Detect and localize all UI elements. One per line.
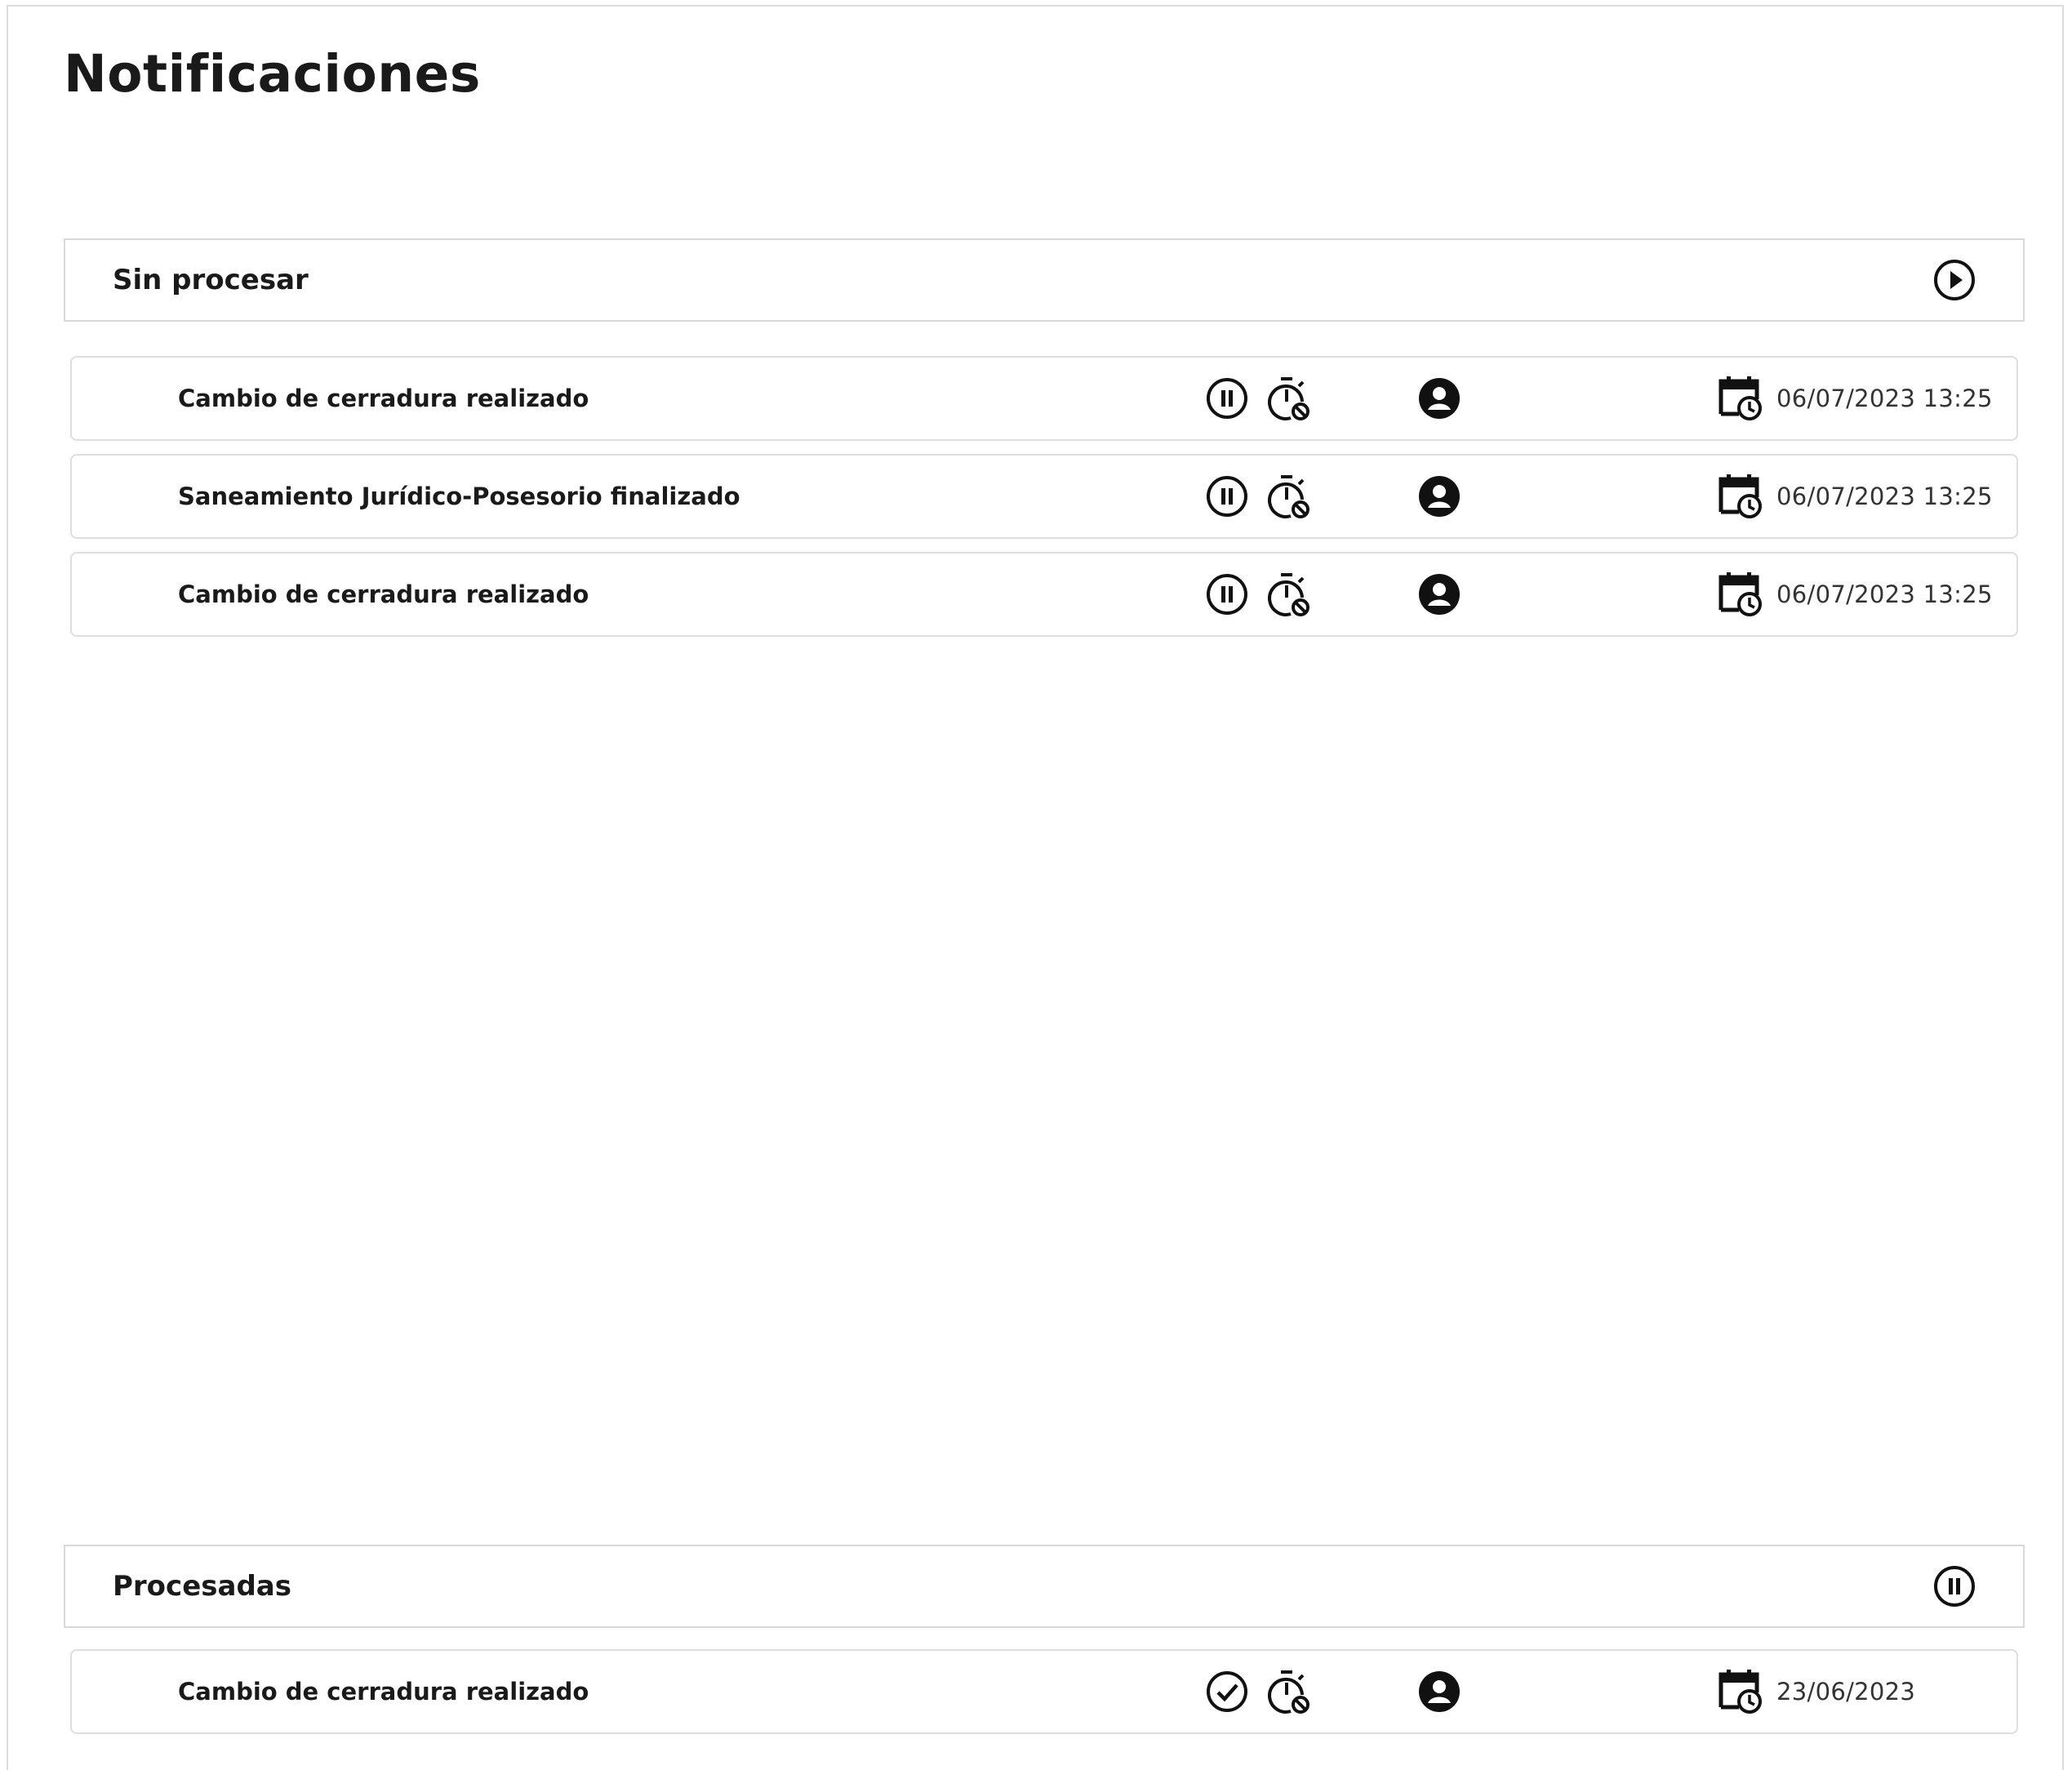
play-circle-icon[interactable] xyxy=(1932,257,1977,303)
pause-circle-icon[interactable] xyxy=(1205,474,1249,518)
section-header-unprocessed[interactable]: Sin procesar xyxy=(64,238,2025,322)
user-avatar-icon[interactable] xyxy=(1417,572,1461,616)
notification-date: 23/06/2023 xyxy=(1776,1678,1916,1706)
user-avatar-icon[interactable] xyxy=(1417,376,1461,420)
pause-circle-icon[interactable] xyxy=(1205,376,1249,420)
timer-off-icon xyxy=(1265,571,1313,618)
section-label: Procesadas xyxy=(113,1570,291,1603)
notification-row[interactable]: Cambio de cerradura realizado 06/07/2023… xyxy=(70,356,2018,441)
notification-title: Saneamiento Jurídico-Posesorio finalizad… xyxy=(178,483,740,510)
notification-row[interactable]: Cambio de cerradura realizado 06/07/2023… xyxy=(70,552,2018,637)
calendar-clock-icon xyxy=(1718,1668,1763,1715)
calendar-clock-icon xyxy=(1718,571,1763,618)
pause-circle-icon[interactable] xyxy=(1932,1563,1977,1609)
calendar-clock-icon xyxy=(1718,375,1763,422)
user-avatar-icon[interactable] xyxy=(1417,1670,1461,1714)
section-header-processed[interactable]: Procesadas xyxy=(64,1545,2025,1628)
notifications-panel: Notificaciones Sin procesar Cambio de ce… xyxy=(7,5,2064,1770)
user-avatar-icon[interactable] xyxy=(1417,474,1461,518)
calendar-clock-icon xyxy=(1718,473,1763,520)
notification-title: Cambio de cerradura realizado xyxy=(178,385,589,412)
timer-off-icon xyxy=(1265,375,1313,422)
check-circle-icon[interactable] xyxy=(1205,1670,1249,1714)
pause-circle-icon[interactable] xyxy=(1205,572,1249,616)
notification-date: 06/07/2023 13:25 xyxy=(1776,580,1993,608)
notification-title: Cambio de cerradura realizado xyxy=(178,1678,589,1706)
page-title: Notificaciones xyxy=(64,44,481,104)
section-label: Sin procesar xyxy=(113,264,309,296)
notification-date: 06/07/2023 13:25 xyxy=(1776,483,1993,510)
notification-row[interactable]: Saneamiento Jurídico-Posesorio finalizad… xyxy=(70,454,2018,539)
notification-title: Cambio de cerradura realizado xyxy=(178,580,589,608)
timer-off-icon xyxy=(1265,1668,1313,1715)
timer-off-icon xyxy=(1265,473,1313,520)
notification-date: 06/07/2023 13:25 xyxy=(1776,385,1993,412)
notification-row[interactable]: Cambio de cerradura realizado 23/06/2023 xyxy=(70,1649,2018,1734)
